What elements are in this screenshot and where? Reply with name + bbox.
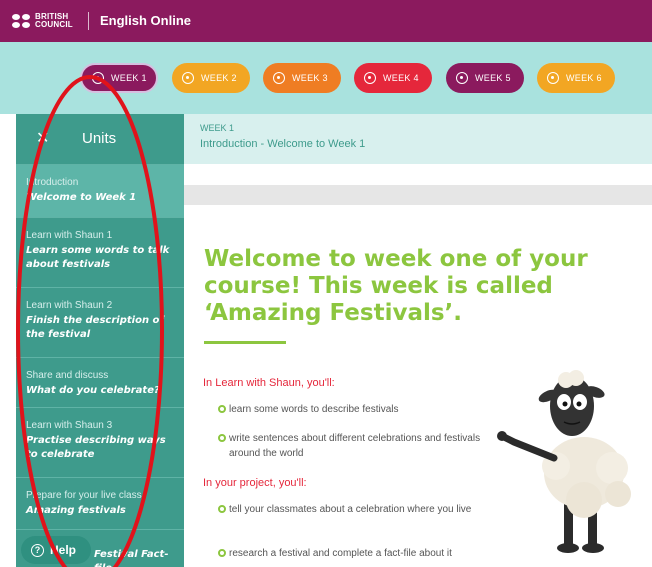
- week-icon: [547, 72, 559, 84]
- units-sidebar: ✕ Units Introduction Welcome to Week 1 L…: [16, 114, 184, 567]
- list-item: write sentences about different celebrat…: [218, 431, 491, 461]
- tab-week-5[interactable]: WEEK 5: [446, 63, 524, 93]
- unit-title: Festival Fact-file: [94, 549, 169, 567]
- header-divider: [88, 12, 89, 30]
- week-icon: [182, 72, 194, 84]
- top-bar: BRITISH COUNCIL English Online: [0, 0, 652, 42]
- week-tab-label: WEEK 2: [201, 73, 237, 83]
- bullet-text: research a festival and complete a fact-…: [229, 548, 452, 559]
- week-icon: [456, 72, 468, 84]
- section-heading-learn-with-shaun: In Learn with Shaun, you'll:: [203, 377, 335, 389]
- shaun-the-sheep-illustration: [497, 370, 631, 553]
- logo-dots-icon: [12, 14, 30, 28]
- tab-week-2[interactable]: WEEK 2: [172, 63, 250, 93]
- week-tabs-strip: WEEK 1 WEEK 2 WEEK 3 WEEK 4 WEEK 5 WEEK …: [0, 42, 652, 114]
- week-tab-label: WEEK 6: [566, 73, 602, 83]
- list-item: learn some words to describe festivals: [218, 402, 491, 417]
- unit-title: Learn some words to talk about festivals: [26, 245, 170, 270]
- app-title: English Online: [100, 13, 192, 28]
- help-icon: ?: [31, 543, 44, 557]
- week-icon: [273, 72, 285, 84]
- tab-week-4[interactable]: WEEK 4: [354, 63, 432, 93]
- week-tab-label: WEEK 5: [475, 73, 511, 83]
- logo-text-line2: COUNCIL: [35, 20, 73, 29]
- list-item: tell your classmates about a celebration…: [218, 502, 474, 517]
- unit-category: Learn with Shaun 1: [26, 230, 113, 241]
- unit-category: Share and discuss: [26, 370, 109, 381]
- bullet-text: write sentences about different celebrat…: [229, 433, 481, 459]
- week-icon: [92, 72, 104, 84]
- week-tab-label: WEEK 3: [292, 73, 328, 83]
- sidebar-item-learn-with-shaun-1[interactable]: Learn with Shaun 1 Learn some words to t…: [16, 217, 184, 287]
- week-icon: [364, 72, 376, 84]
- unit-category: Learn with Shaun 2: [26, 300, 113, 311]
- unit-category: Introduction: [26, 177, 79, 188]
- unit-category: Learn with Shaun 3: [26, 420, 113, 431]
- bullet-circle-icon: [218, 505, 226, 513]
- tab-week-1[interactable]: WEEK 1: [80, 63, 158, 93]
- sidebar-item-introduction[interactable]: Introduction Welcome to Week 1: [16, 164, 184, 217]
- bullet-text: tell your classmates about a celebration…: [229, 504, 472, 515]
- unit-title: Welcome to Week 1: [26, 192, 137, 203]
- heading-underline: [204, 341, 286, 344]
- sidebar-item-prepare-live-class[interactable]: Prepare for your live class Amazing fest…: [16, 477, 184, 529]
- bullet-text: learn some words to describe festivals: [229, 404, 399, 415]
- current-week-label: WEEK 1: [200, 123, 235, 133]
- british-council-logo[interactable]: BRITISH COUNCIL: [12, 11, 78, 31]
- close-icon[interactable]: ✕: [36, 128, 49, 148]
- unit-title: Amazing festivals: [26, 505, 126, 516]
- week-tab-label: WEEK 1: [111, 73, 147, 83]
- list-item: research a festival and complete a fact-…: [218, 546, 491, 561]
- unit-title: Practise describing ways to celebrate: [26, 435, 166, 460]
- help-label: Help: [50, 543, 77, 557]
- sidebar-item-learn-with-shaun-3[interactable]: Learn with Shaun 3 Practise describing w…: [16, 407, 184, 477]
- sidebar-title: Units: [82, 130, 117, 147]
- bullet-circle-icon: [218, 549, 226, 557]
- week-tab-label: WEEK 4: [383, 73, 419, 83]
- sidebar-item-share-and-discuss[interactable]: Share and discuss What do you celebrate?: [16, 357, 184, 407]
- tab-week-3[interactable]: WEEK 3: [263, 63, 341, 93]
- unit-title: What do you celebrate?: [26, 385, 160, 396]
- section-heading-project: In your project, you'll:: [203, 477, 307, 489]
- bullet-circle-icon: [218, 405, 226, 413]
- tab-week-6[interactable]: WEEK 6: [537, 63, 615, 93]
- content-divider-bar: [184, 185, 652, 205]
- welcome-heading: Welcome to week one of your course! This…: [204, 246, 588, 326]
- unit-category: Prepare for your live class: [26, 490, 142, 501]
- help-button[interactable]: ? Help: [21, 536, 91, 564]
- unit-title: Finish the description of the festival: [26, 315, 164, 340]
- bullet-circle-icon: [218, 434, 226, 442]
- breadcrumb: Introduction - Welcome to Week 1: [200, 138, 366, 150]
- sidebar-item-learn-with-shaun-2[interactable]: Learn with Shaun 2 Finish the descriptio…: [16, 287, 184, 357]
- sidebar-header: ✕ Units: [16, 114, 184, 164]
- content-header: WEEK 1 Introduction - Welcome to Week 1: [184, 114, 652, 164]
